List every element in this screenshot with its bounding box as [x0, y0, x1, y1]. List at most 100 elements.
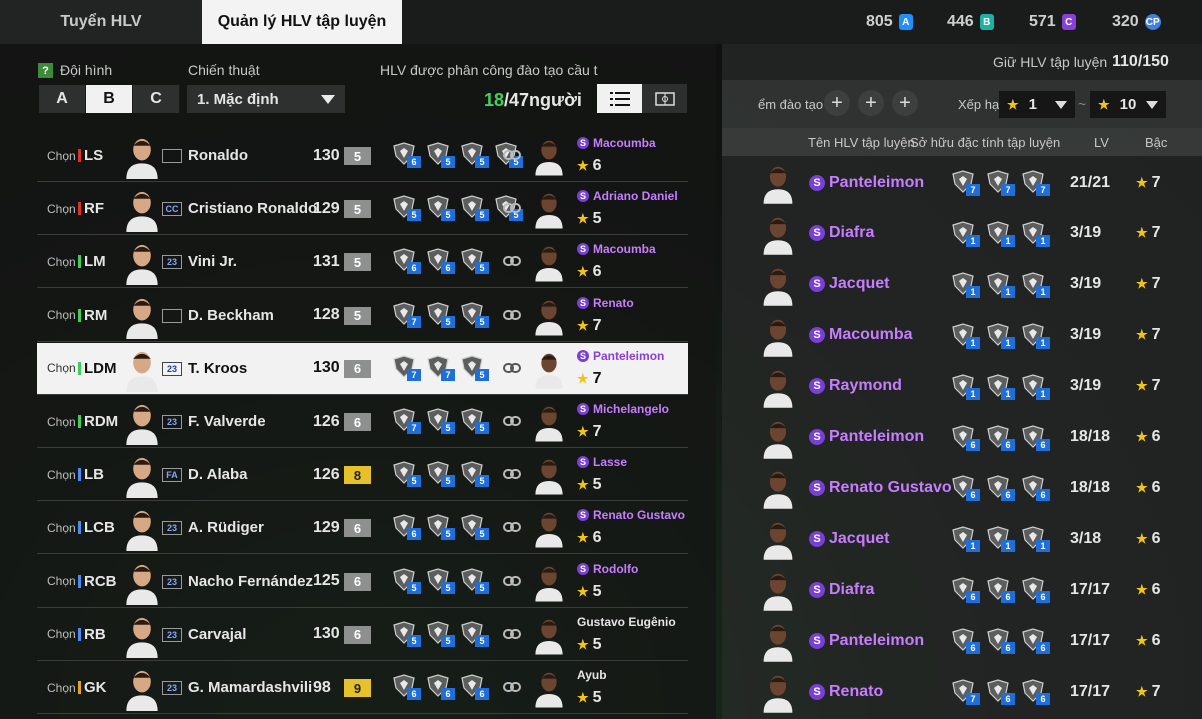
table-row[interactable]: Chọn RM D. Beckham 128 5 7 5 5 S Renato ★ 7 [37, 290, 688, 342]
select-label[interactable]: Chọn [47, 255, 76, 269]
position-color-bar [78, 415, 81, 428]
star-icon: ★ [1136, 225, 1148, 241]
assigned-coach-name: S Rodolfo [577, 562, 638, 576]
squad-b-button[interactable]: B [86, 85, 133, 113]
list-item[interactable]: S Panteleimon 7 7 7 21/21 ★ 7 [722, 157, 1202, 208]
table-row[interactable]: Chọn RCB 23 Nacho Fernández 125 6 5 5 5 S Rodolfo ★… [37, 556, 688, 608]
table-row[interactable]: Chọn LM 23 Vini Jr. 131 5 6 6 5 S Macoumba ★ 6 [37, 236, 688, 289]
assigned-coach-name: Gustavo Eugênio [577, 614, 676, 629]
assigned-count-total: /47người [504, 90, 582, 110]
training-trait-icon: 1 [1020, 323, 1050, 349]
list-item[interactable]: S Macoumba 1 1 1 3/19 ★ 7 [722, 310, 1202, 361]
trait-level: 1 [966, 234, 980, 247]
training-trait-icon: 5 [459, 142, 489, 168]
trait-level: 6 [407, 156, 421, 168]
chevron-down-icon [1055, 100, 1067, 109]
trait-level: 1 [966, 540, 980, 553]
trait-level: 5 [441, 156, 455, 168]
coach-avatar [760, 518, 796, 560]
pitch-view-button[interactable] [642, 84, 687, 113]
season-badge: 23 [162, 521, 182, 536]
list-view-button[interactable] [597, 84, 642, 113]
list-item[interactable]: S Diafra 1 1 1 3/19 ★ 7 [722, 208, 1202, 259]
star-to-dropdown[interactable]: ★ 10 [1090, 91, 1166, 118]
training-trait-icon: 7 [391, 408, 421, 434]
select-label[interactable]: Chọn [47, 468, 76, 482]
list-item[interactable]: S Panteleimon 6 6 6 18/18 ★ 6 [722, 412, 1202, 463]
list-item[interactable]: S Jacquet 1 1 1 3/18 ★ 6 [722, 513, 1202, 564]
player-name: D. Beckham [188, 306, 274, 324]
coach-name: S Renato [809, 683, 883, 701]
table-row[interactable]: Chọn RDM 23 F. Valverde 126 6 7 5 5 S Michelangelo… [37, 396, 688, 448]
trait-level: 6 [1036, 642, 1050, 655]
training-trait-icon: 6 [391, 248, 421, 275]
special-coach-icon: S [577, 349, 589, 362]
trait-level: 5 [441, 422, 455, 434]
coach-name: S Panteleimon [809, 428, 924, 446]
table-row[interactable]: Chọn LCB 23 A. Rüdiger 129 6 6 5 5 S Renato Gustav… [37, 502, 688, 555]
list-item[interactable]: S Renato Gustavo 6 6 6 18/18 ★ 6 [722, 462, 1202, 513]
special-coach-icon: S [809, 530, 825, 547]
training-trait-icon: 1 [985, 323, 1015, 349]
player-avatar [122, 666, 162, 711]
trait-level: 6 [1036, 489, 1050, 502]
table-row[interactable]: Chọn LB FA D. Alaba 126 8 5 5 5 S Lasse ★ 5 [37, 449, 688, 502]
coach-avatar [760, 366, 796, 408]
table-row[interactable]: Chọn RB 23 Carvajal 130 6 5 5 5 Gustavo Eugênio ★ 5 [37, 609, 688, 661]
trait-level: 5 [441, 581, 455, 594]
tab-manage-coaches[interactable]: Quản lý HLV tập luyện [202, 0, 402, 44]
add-filter-button-2[interactable]: + [858, 90, 884, 116]
training-trait-icon: 5 [459, 301, 489, 328]
player-name: D. Alaba [188, 466, 248, 484]
player-ovr: 130 [313, 359, 340, 377]
player-position: LDM [84, 359, 117, 377]
star-icon: ★ [1136, 327, 1148, 343]
player-position: LS [84, 147, 104, 164]
list-item[interactable]: S Renato 7 6 6 17/17 ★ 7 [722, 666, 1202, 717]
special-coach-icon: S [809, 378, 825, 395]
training-trait-icon: 5 [425, 514, 455, 541]
select-label[interactable]: Chọn [47, 681, 76, 695]
trait-level: 6 [407, 262, 421, 275]
list-item[interactable]: S Panteleimon 6 6 6 17/17 ★ 6 [722, 615, 1202, 666]
help-icon[interactable]: ? [38, 63, 53, 78]
star-from-dropdown[interactable]: ★ 1 [999, 91, 1075, 118]
select-label[interactable]: Chọn [47, 149, 76, 163]
tactic-dropdown[interactable]: 1. Mặc định [187, 85, 345, 113]
select-label[interactable]: Chọn [47, 574, 76, 588]
season-badge [162, 149, 182, 163]
select-label[interactable]: Chọn [47, 627, 76, 641]
squad-a-button[interactable]: A [39, 85, 86, 113]
trait-level: 6 [1036, 693, 1050, 705]
coach-level: 21/21 [1070, 173, 1111, 191]
select-label[interactable]: Chọn [47, 521, 76, 535]
player-name: Carvajal [188, 625, 247, 643]
table-row[interactable]: Chọn LDM 23 T. Kroos 130 6 7 7 5 S Panteleimon ★ 7 [37, 342, 688, 395]
select-label[interactable]: Chọn [47, 202, 76, 216]
list-item[interactable]: S Diafra 6 6 6 17/17 ★ 6 [722, 564, 1202, 615]
owned-traits: 1 1 1 [950, 323, 1050, 349]
upgrade-level: 9 [344, 679, 371, 697]
tab-recruit-coach[interactable]: Tuyển HLV [0, 0, 202, 44]
squad-c-button[interactable]: C [133, 85, 180, 113]
list-item[interactable]: S Jacquet 1 1 1 3/19 ★ 7 [722, 259, 1202, 310]
position-color-bar [78, 361, 81, 375]
coach-avatar [532, 562, 566, 602]
training-trait-icon: 5 [459, 514, 489, 541]
add-filter-button-3[interactable]: + [892, 90, 918, 116]
select-label[interactable]: Chọn [47, 308, 76, 322]
table-row[interactable]: Chọn RF CC Cristiano Ronaldo 129 5 5 5 5 5 S Adrian… [37, 183, 688, 236]
add-filter-button-1[interactable]: + [824, 90, 850, 116]
trait-level: 6 [1001, 489, 1015, 502]
player-ovr: 125 [313, 572, 340, 590]
list-item[interactable]: S Raymond 1 1 1 3/19 ★ 7 [722, 361, 1202, 412]
table-row[interactable]: Chọn LS Ronaldo 130 5 6 5 5 5 S Macoumba ★ 6 [37, 130, 688, 182]
training-trait-icon: 1 [985, 373, 1015, 400]
trait-level: 5 [475, 528, 489, 541]
special-coach-icon: S [577, 190, 589, 203]
select-label[interactable]: Chọn [47, 415, 76, 429]
special-coach-icon: S [809, 429, 825, 445]
trait-level: 1 [1036, 285, 1050, 298]
select-label[interactable]: Chọn [47, 361, 76, 375]
table-row[interactable]: Chọn GK 23 G. Mamardashvili 98 9 6 6 6 Ayub ★ 5 [37, 662, 688, 714]
